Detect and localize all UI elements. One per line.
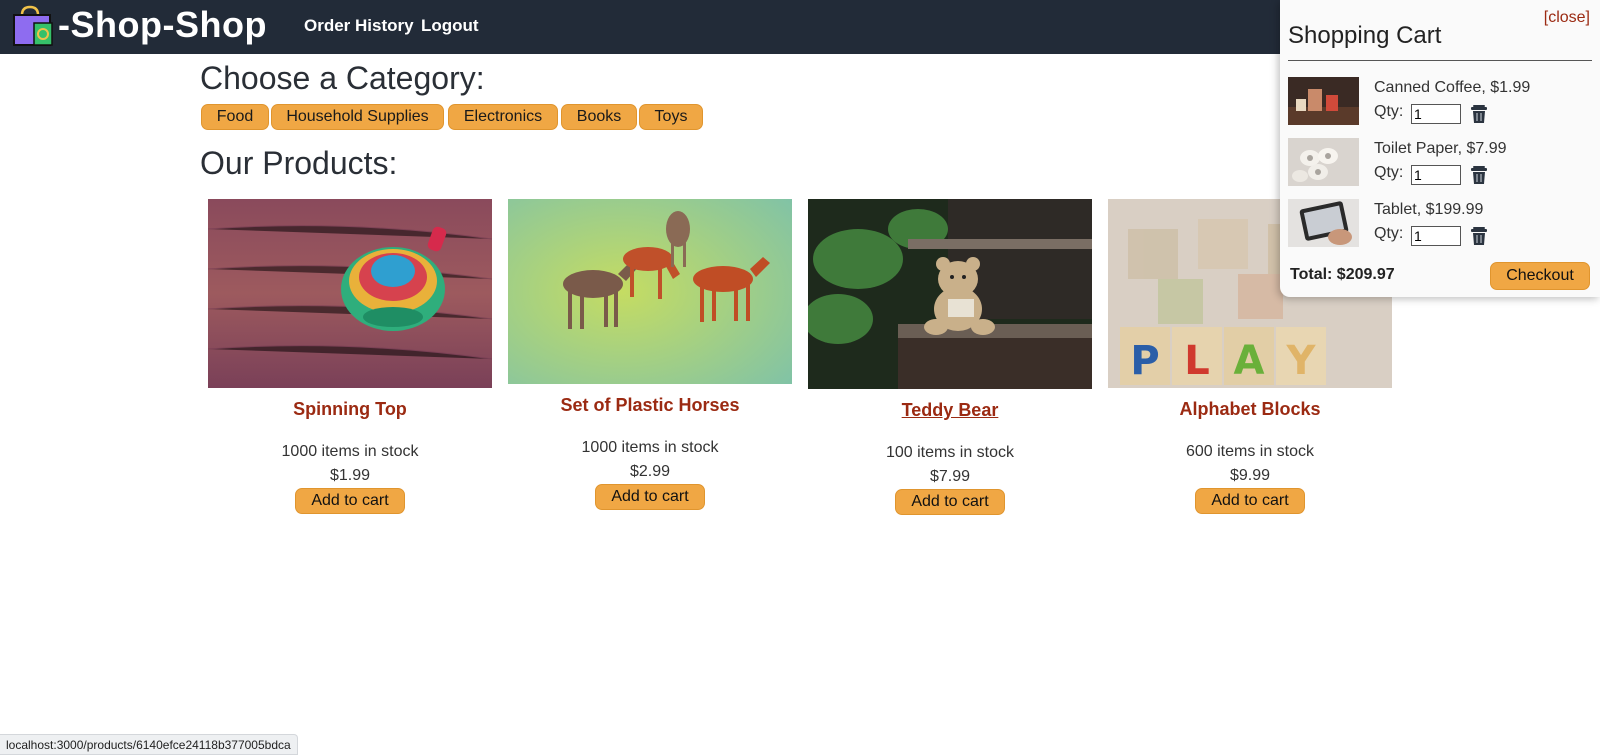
- product-price: $2.99: [629, 463, 671, 480]
- cart-item: Canned Coffee, $1.99 Qty:: [1288, 77, 1592, 127]
- add-to-cart-button[interactable]: Add to cart: [895, 489, 1005, 515]
- cart-item: Tablet, $199.99 Qty:: [1288, 199, 1592, 249]
- product-stock: 1000 items in stock: [281, 443, 419, 460]
- add-to-cart-button[interactable]: Add to cart: [595, 484, 705, 510]
- svg-text:A: A: [1234, 338, 1265, 384]
- svg-text:Y: Y: [1286, 338, 1317, 384]
- category-electronics-button[interactable]: Electronics: [448, 104, 558, 130]
- cart-close-link[interactable]: [close]: [1544, 9, 1590, 27]
- brand-title[interactable]: -Shop-Shop: [58, 4, 267, 46]
- category-heading: Choose a Category:: [200, 60, 485, 96]
- product-image-teddy-bear[interactable]: [808, 199, 1092, 389]
- qty-label: Qty:: [1374, 225, 1404, 242]
- cart-item-image: [1288, 138, 1359, 186]
- cart-item-image: [1288, 77, 1359, 125]
- product-card: Teddy Bear 100 items in stock $7.99 Add …: [807, 199, 1093, 515]
- qty-input[interactable]: [1411, 104, 1461, 124]
- category-books-button[interactable]: Books: [561, 104, 637, 130]
- cart-divider: [1288, 60, 1592, 61]
- shopping-bag-logo-icon[interactable]: [12, 5, 54, 47]
- trash-icon[interactable]: [1470, 103, 1488, 124]
- nav-logout[interactable]: Logout: [421, 16, 479, 36]
- category-food-button[interactable]: Food: [201, 104, 269, 130]
- cart-title: Shopping Cart: [1288, 22, 1442, 49]
- product-image-spinning-top[interactable]: [208, 199, 492, 388]
- product-stock: 600 items in stock: [1185, 443, 1315, 460]
- cart-total: Total: $209.97: [1290, 266, 1395, 283]
- product-stock: 1000 items in stock: [581, 439, 719, 456]
- qty-label: Qty:: [1374, 164, 1404, 181]
- qty-input[interactable]: [1411, 165, 1461, 185]
- product-card: Spinning Top 1000 items in stock $1.99 A…: [207, 199, 493, 514]
- product-name-link[interactable]: Spinning Top: [207, 399, 493, 420]
- product-name-link[interactable]: Teddy Bear: [807, 400, 1093, 421]
- shopping-cart-panel: [close] Shopping Cart Canned Coffee, $1.…: [1280, 0, 1600, 297]
- product-name-link[interactable]: Alphabet Blocks: [1107, 399, 1393, 420]
- add-to-cart-button[interactable]: Add to cart: [295, 488, 405, 514]
- products-heading: Our Products:: [200, 145, 398, 181]
- qty-label: Qty:: [1374, 103, 1404, 120]
- product-price: $1.99: [329, 467, 371, 484]
- product-stock: 100 items in stock: [885, 444, 1015, 461]
- product-price: $7.99: [929, 468, 971, 485]
- product-price: $9.99: [1229, 467, 1271, 484]
- trash-icon[interactable]: [1470, 225, 1488, 246]
- category-toys-button[interactable]: Toys: [639, 104, 703, 130]
- svg-text:L: L: [1184, 338, 1210, 384]
- trash-icon[interactable]: [1470, 164, 1488, 185]
- product-image-plastic-horses[interactable]: [508, 199, 792, 384]
- cart-item-name: Canned Coffee, $1.99: [1374, 79, 1531, 96]
- checkout-button[interactable]: Checkout: [1490, 262, 1590, 290]
- category-household-button[interactable]: Household Supplies: [271, 104, 444, 130]
- cart-item-name: Tablet, $199.99: [1374, 201, 1484, 218]
- add-to-cart-button[interactable]: Add to cart: [1195, 488, 1305, 514]
- svg-text:P: P: [1130, 338, 1159, 384]
- nav-order-history[interactable]: Order History: [304, 16, 414, 36]
- status-bar-url: localhost:3000/products/6140efce24118b37…: [0, 734, 298, 755]
- qty-input[interactable]: [1411, 226, 1461, 246]
- product-name-link[interactable]: Set of Plastic Horses: [507, 395, 793, 416]
- cart-item: Toilet Paper, $7.99 Qty:: [1288, 138, 1592, 188]
- cart-item-name: Toilet Paper, $7.99: [1374, 140, 1507, 157]
- product-card: Set of Plastic Horses 1000 items in stoc…: [507, 199, 793, 510]
- cart-item-image: [1288, 199, 1359, 247]
